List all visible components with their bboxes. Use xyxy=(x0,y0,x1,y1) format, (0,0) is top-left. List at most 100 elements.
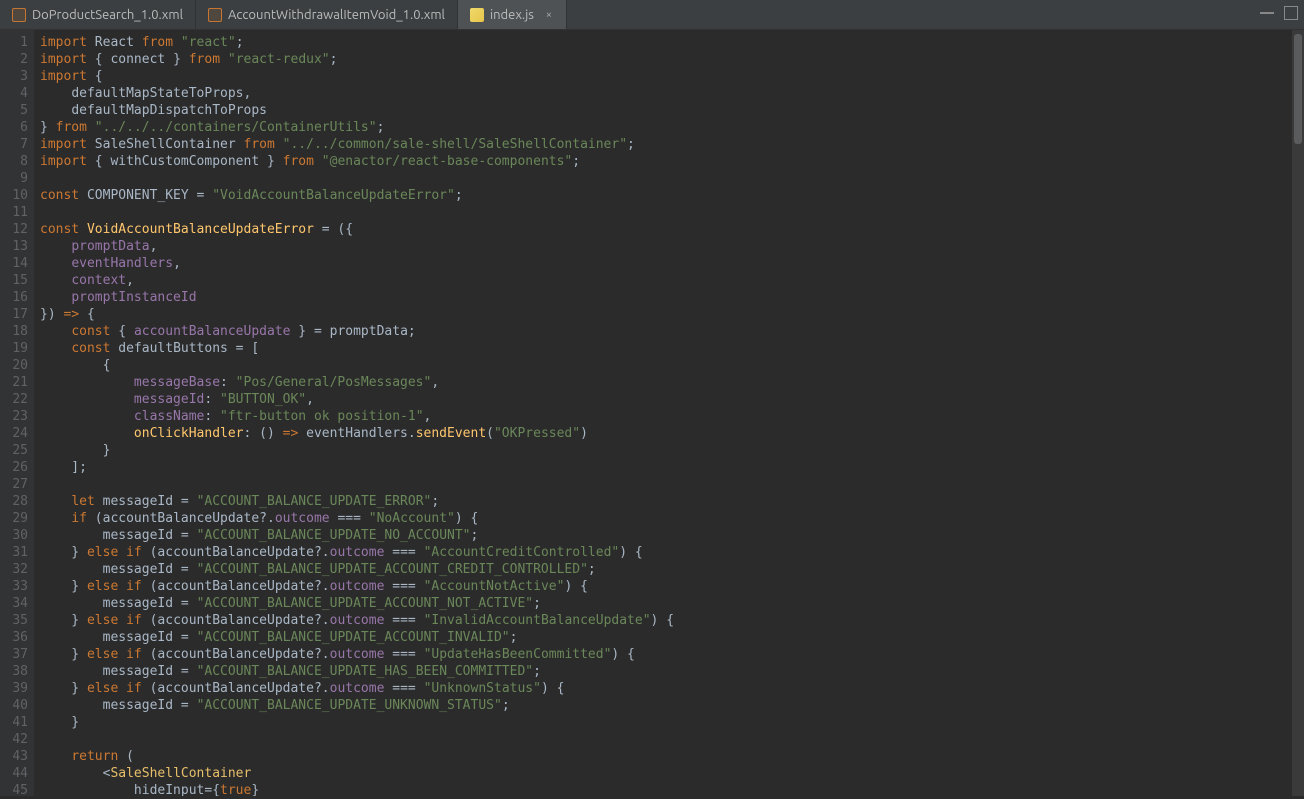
line-number: 44 xyxy=(0,765,28,782)
code-line[interactable]: messageId = "ACCOUNT_BALANCE_UPDATE_ACCO… xyxy=(40,561,1304,578)
code-line[interactable]: const VoidAccountBalanceUpdateError = ({ xyxy=(40,221,1304,238)
code-line[interactable]: } else if (accountBalanceUpdate?.outcome… xyxy=(40,612,1304,629)
line-number: 32 xyxy=(0,561,28,578)
line-number: 14 xyxy=(0,255,28,272)
code-line[interactable]: ]; xyxy=(40,459,1304,476)
code-line[interactable]: defaultMapDispatchToProps xyxy=(40,102,1304,119)
code-line[interactable]: defaultMapStateToProps, xyxy=(40,85,1304,102)
code-line[interactable]: hideInput={true} xyxy=(40,782,1304,796)
code-line[interactable]: const { accountBalanceUpdate } = promptD… xyxy=(40,323,1304,340)
line-number: 7 xyxy=(0,136,28,153)
code-line[interactable]: } else if (accountBalanceUpdate?.outcome… xyxy=(40,578,1304,595)
code-line[interactable]: let messageId = "ACCOUNT_BALANCE_UPDATE_… xyxy=(40,493,1304,510)
code-line[interactable]: context, xyxy=(40,272,1304,289)
line-number: 34 xyxy=(0,595,28,612)
code-line[interactable] xyxy=(40,476,1304,493)
xml-file-icon xyxy=(208,8,222,22)
line-number: 22 xyxy=(0,391,28,408)
code-line[interactable] xyxy=(40,170,1304,187)
code-line[interactable]: promptInstanceId xyxy=(40,289,1304,306)
line-number: 33 xyxy=(0,578,28,595)
js-file-icon xyxy=(470,8,484,22)
line-number: 31 xyxy=(0,544,28,561)
tab-label: index.js xyxy=(490,8,534,22)
code-line[interactable]: } xyxy=(40,714,1304,731)
code-line[interactable]: if (accountBalanceUpdate?.outcome === "N… xyxy=(40,510,1304,527)
line-number: 27 xyxy=(0,476,28,493)
code-line[interactable]: return ( xyxy=(40,748,1304,765)
line-number: 11 xyxy=(0,204,28,221)
line-number: 45 xyxy=(0,782,28,799)
line-number: 9 xyxy=(0,170,28,187)
line-number: 28 xyxy=(0,493,28,510)
line-number: 42 xyxy=(0,731,28,748)
code-line[interactable]: messageId = "ACCOUNT_BALANCE_UPDATE_ACCO… xyxy=(40,629,1304,646)
line-number: 39 xyxy=(0,680,28,697)
code-line[interactable]: import { xyxy=(40,68,1304,85)
line-number: 4 xyxy=(0,85,28,102)
tab-bar: DoProductSearch_1.0.xml AccountWithdrawal… xyxy=(0,0,1304,30)
code-line[interactable]: }) => { xyxy=(40,306,1304,323)
code-line[interactable]: className: "ftr-button ok position-1", xyxy=(40,408,1304,425)
code-area[interactable]: import React from "react";import { conne… xyxy=(34,30,1304,796)
code-line[interactable]: } else if (accountBalanceUpdate?.outcome… xyxy=(40,646,1304,663)
line-number: 19 xyxy=(0,340,28,357)
close-icon[interactable]: × xyxy=(544,10,554,20)
code-line[interactable]: const COMPONENT_KEY = "VoidAccountBalanc… xyxy=(40,187,1304,204)
editor-tab[interactable]: index.js × xyxy=(458,0,567,29)
line-number: 15 xyxy=(0,272,28,289)
code-line[interactable]: } xyxy=(40,442,1304,459)
code-line[interactable] xyxy=(40,204,1304,221)
code-line[interactable]: import { withCustomComponent } from "@en… xyxy=(40,153,1304,170)
line-number: 26 xyxy=(0,459,28,476)
line-number: 13 xyxy=(0,238,28,255)
line-number: 2 xyxy=(0,51,28,68)
line-number: 43 xyxy=(0,748,28,765)
code-line[interactable]: { xyxy=(40,357,1304,374)
line-number: 8 xyxy=(0,153,28,170)
code-line[interactable]: } else if (accountBalanceUpdate?.outcome… xyxy=(40,544,1304,561)
code-line[interactable]: messageId = "ACCOUNT_BALANCE_UPDATE_HAS_… xyxy=(40,663,1304,680)
code-line[interactable]: messageId = "ACCOUNT_BALANCE_UPDATE_NO_A… xyxy=(40,527,1304,544)
line-number: 23 xyxy=(0,408,28,425)
line-number: 30 xyxy=(0,527,28,544)
tab-label: DoProductSearch_1.0.xml xyxy=(32,8,183,22)
line-number: 1 xyxy=(0,34,28,51)
code-line[interactable]: const defaultButtons = [ xyxy=(40,340,1304,357)
code-line[interactable]: import SaleShellContainer from "../../co… xyxy=(40,136,1304,153)
vertical-scrollbar[interactable] xyxy=(1292,30,1304,796)
line-number: 38 xyxy=(0,663,28,680)
editor-tab[interactable]: AccountWithdrawalItemVoid_1.0.xml xyxy=(196,0,458,29)
code-line[interactable]: import React from "react"; xyxy=(40,34,1304,51)
line-number: 35 xyxy=(0,612,28,629)
code-line[interactable]: onClickHandler: () => eventHandlers.send… xyxy=(40,425,1304,442)
line-number: 18 xyxy=(0,323,28,340)
line-number: 36 xyxy=(0,629,28,646)
code-line[interactable]: messageId = "ACCOUNT_BALANCE_UPDATE_UNKN… xyxy=(40,697,1304,714)
code-line[interactable]: messageBase: "Pos/General/PosMessages", xyxy=(40,374,1304,391)
code-line[interactable]: <SaleShellContainer xyxy=(40,765,1304,782)
scrollbar-thumb[interactable] xyxy=(1294,34,1302,144)
line-number: 24 xyxy=(0,425,28,442)
code-line[interactable]: eventHandlers, xyxy=(40,255,1304,272)
line-number: 12 xyxy=(0,221,28,238)
code-line[interactable]: messageId = "ACCOUNT_BALANCE_UPDATE_ACCO… xyxy=(40,595,1304,612)
xml-file-icon xyxy=(12,8,26,22)
code-line[interactable]: } else if (accountBalanceUpdate?.outcome… xyxy=(40,680,1304,697)
code-line[interactable] xyxy=(40,731,1304,748)
line-number: 20 xyxy=(0,357,28,374)
code-line[interactable]: messageId: "BUTTON_OK", xyxy=(40,391,1304,408)
window-controls xyxy=(1260,6,1298,20)
maximize-icon[interactable] xyxy=(1284,6,1298,20)
line-number: 41 xyxy=(0,714,28,731)
minimize-icon[interactable] xyxy=(1260,6,1274,14)
line-number: 3 xyxy=(0,68,28,85)
code-line[interactable]: import { connect } from "react-redux"; xyxy=(40,51,1304,68)
editor-tab[interactable]: DoProductSearch_1.0.xml xyxy=(0,0,196,29)
code-line[interactable]: } from "../../../containers/ContainerUti… xyxy=(40,119,1304,136)
code-editor[interactable]: 1234567891011121314151617181920212223242… xyxy=(0,30,1304,796)
line-number: 16 xyxy=(0,289,28,306)
code-line[interactable]: promptData, xyxy=(40,238,1304,255)
line-number-gutter: 1234567891011121314151617181920212223242… xyxy=(0,30,34,796)
line-number: 21 xyxy=(0,374,28,391)
